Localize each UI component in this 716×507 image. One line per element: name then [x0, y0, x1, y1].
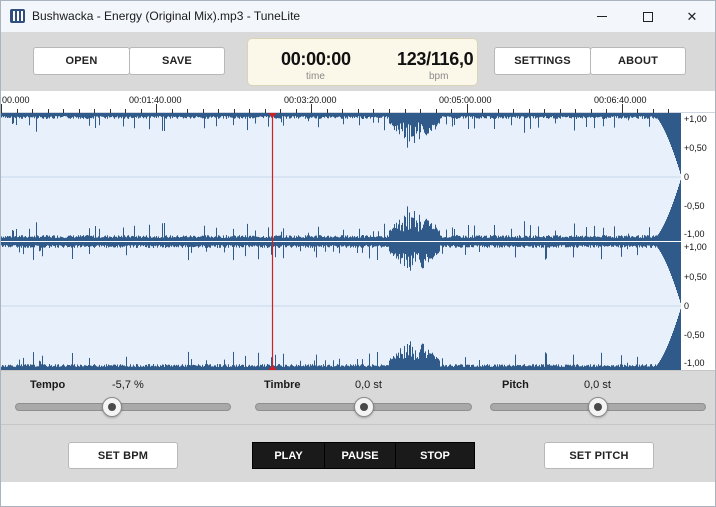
tempo-slider-track[interactable]	[15, 403, 231, 411]
minimize-button[interactable]	[579, 1, 625, 32]
timbre-label: Timbre	[264, 379, 301, 391]
settings-button[interactable]: SETTINGS	[494, 47, 591, 75]
maximize-icon	[643, 11, 653, 22]
tempo-label: Tempo	[30, 379, 66, 391]
tempo-value: -5,7 %	[112, 379, 144, 391]
timbre-value: 0,0 st	[355, 379, 382, 391]
stop-button[interactable]: STOP	[395, 442, 475, 469]
maximize-button[interactable]	[625, 1, 671, 32]
set-pitch-button[interactable]: SET PITCH	[544, 442, 654, 469]
scale-label: +1,00	[684, 242, 707, 252]
save-button[interactable]: SAVE	[129, 47, 225, 75]
app-window: Bushwacka - Energy (Original Mix).mp3 - …	[0, 0, 716, 507]
pitch-value: 0,0 st	[584, 379, 611, 391]
bpm-label: bpm	[429, 71, 449, 82]
timbre-slider-thumb[interactable]	[353, 397, 374, 417]
pitch-slider-thumb[interactable]	[588, 397, 608, 417]
close-button[interactable]: ✕	[669, 1, 715, 32]
scale-label: -0,50	[684, 330, 705, 340]
waveform-panel[interactable]: 00.000 00:01:40.000 00:03:20.000 00:05:0…	[1, 91, 715, 370]
transport-bar: SET BPM PLAY PAUSE STOP SET PITCH	[1, 424, 715, 482]
ruler-ticks	[1, 104, 669, 113]
window-title: Bushwacka - Energy (Original Mix).mp3 - …	[32, 9, 301, 23]
bpm-value: 123/116,0	[397, 49, 474, 69]
piano-app-icon	[10, 9, 25, 23]
time-label: time	[306, 71, 325, 82]
close-icon: ✕	[686, 8, 698, 24]
effects-controls: Tempo -5,7 % Timbre 0,0 st Pitch 0,0 st	[1, 370, 715, 424]
waveform-display[interactable]	[1, 113, 681, 370]
play-button[interactable]: PLAY	[252, 442, 325, 469]
scale-label: -1,00	[684, 229, 705, 239]
scale-label: +0,50	[684, 143, 707, 153]
scale-label: 0	[684, 301, 690, 311]
tempo-slider-thumb[interactable]	[102, 397, 123, 417]
set-bpm-button[interactable]: SET BPM	[68, 442, 178, 469]
toolbar: OPEN SAVE 00:00:00 time 123/116,0 bpm SE…	[1, 32, 715, 91]
status-bar	[1, 482, 715, 506]
scale-label: +0,50	[684, 272, 707, 282]
open-button[interactable]: OPEN	[33, 47, 130, 75]
scale-label: +1,00	[684, 114, 707, 124]
time-value: 00:00:00	[281, 49, 351, 69]
about-button[interactable]: ABOUT	[590, 47, 686, 75]
scale-label: -0,50	[684, 201, 705, 211]
scale-label: 0	[684, 172, 690, 182]
amplitude-scale: +1,00 +0,50 0 -0,50 -1,00 +1,00 +0,50 0 …	[681, 113, 715, 370]
scale-label: -1,00	[684, 358, 705, 368]
pause-button[interactable]: PAUSE	[324, 442, 396, 469]
title-bar: Bushwacka - Energy (Original Mix).mp3 - …	[1, 1, 715, 32]
timeline-ruler[interactable]: 00.000 00:01:40.000 00:03:20.000 00:05:0…	[1, 91, 715, 113]
minimize-icon	[597, 16, 607, 17]
pitch-label: Pitch	[502, 379, 529, 391]
time-bpm-display: 00:00:00 time 123/116,0 bpm	[247, 38, 478, 86]
